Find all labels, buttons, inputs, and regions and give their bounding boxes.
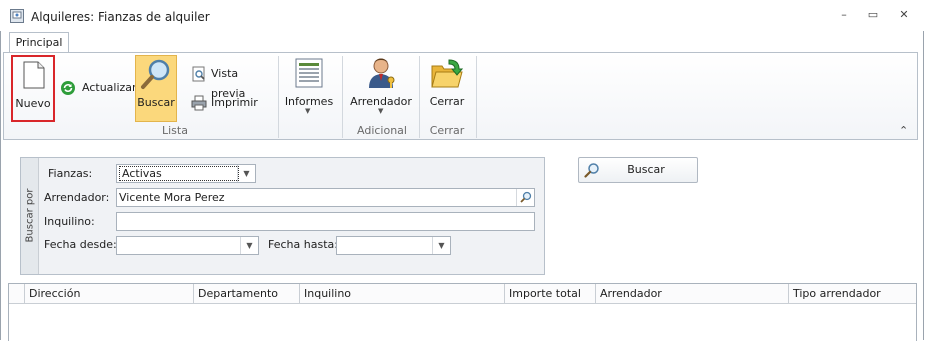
arrendador-input[interactable]: Vicente Mora Perez (116, 188, 535, 207)
refresh-icon (60, 80, 76, 96)
nuevo-label: Nuevo (15, 97, 51, 110)
actualizar-label: Actualizar (82, 81, 137, 94)
informes-button[interactable]: Informes ▼ (284, 55, 334, 122)
printer-icon (191, 95, 207, 111)
search-section-label: Buscar por (24, 188, 36, 243)
imprimir-label: Imprimir (211, 96, 258, 109)
arrendador-label: Arrendador: (44, 191, 110, 204)
ribbon-separator (342, 56, 343, 138)
chevron-down-icon[interactable]: ▼ (432, 237, 450, 254)
chevron-down-icon[interactable]: ▼ (240, 237, 258, 254)
chevron-down-icon[interactable]: ▼ (237, 165, 255, 182)
ribbon-separator (419, 56, 420, 138)
column-header-inquilino[interactable]: Inquilino (299, 284, 504, 303)
fecha-desde-input[interactable]: ▼ (116, 236, 259, 255)
minimize-button[interactable]: – (832, 6, 856, 24)
ribbon-separator (476, 56, 477, 138)
fianzas-label: Fianzas: (48, 167, 93, 180)
ribbon-separator (278, 56, 279, 138)
tab-principal[interactable]: Principal (9, 32, 69, 53)
group-label-cerrar: Cerrar (429, 124, 465, 137)
user-key-icon (367, 57, 397, 89)
vista-previa-button[interactable]: Vista previa (191, 64, 271, 100)
actualizar-button[interactable]: Actualizar (60, 78, 137, 98)
inquilino-label: Inquilino: (44, 215, 95, 228)
chevron-down-icon: ▼ (305, 107, 311, 115)
arrendador-button[interactable]: Arrendador ▼ (349, 55, 413, 122)
column-header-importe-total[interactable]: Importe total (504, 284, 595, 303)
inquilino-input[interactable] (116, 212, 535, 231)
buscar-ribbon-button[interactable]: Buscar (135, 55, 177, 122)
buscar-ribbon-label: Buscar (137, 96, 175, 109)
chevron-down-icon: ▼ (378, 107, 384, 115)
close-button[interactable]: ✕ (892, 6, 916, 24)
fianzas-value: Activas (119, 166, 239, 181)
fecha-hasta-input[interactable]: ▼ (336, 236, 451, 255)
arrendador-value: Vicente Mora Perez (119, 191, 225, 204)
column-header-tipo-arrendador[interactable]: Tipo arrendador (788, 284, 916, 303)
grid-row-indicator-header (9, 284, 24, 303)
cerrar-label: Cerrar (429, 95, 465, 108)
group-label-lista: Lista (162, 124, 188, 137)
column-header-direccion[interactable]: Dirección (24, 284, 193, 303)
magnifier-icon (140, 58, 172, 90)
search-icon[interactable] (516, 189, 534, 206)
buscar-button[interactable]: Buscar (578, 157, 698, 183)
new-document-icon (23, 61, 45, 89)
window-title: Alquileres: Fianzas de alquiler (31, 10, 210, 24)
folder-exit-icon (431, 57, 464, 89)
fecha-desde-label: Fecha desde: (44, 238, 117, 251)
cerrar-button[interactable]: Cerrar (424, 55, 470, 122)
fecha-hasta-label: Fecha hasta: (268, 238, 338, 251)
column-header-departamento[interactable]: Departamento (193, 284, 299, 303)
column-header-arrendador[interactable]: Arrendador (595, 284, 788, 303)
report-icon (295, 58, 323, 88)
nuevo-button[interactable]: Nuevo (11, 55, 55, 122)
search-section-bar: Buscar por (21, 158, 39, 274)
ribbon-collapse-icon[interactable]: ⌃ (899, 124, 908, 137)
imprimir-button[interactable]: Imprimir (191, 93, 261, 113)
fianzas-dropdown[interactable]: Activas ▼ (116, 164, 256, 183)
app-icon (10, 9, 24, 23)
print-preview-icon (191, 66, 207, 82)
buscar-button-label: Buscar (627, 163, 665, 176)
group-label-adicional: Adicional (357, 124, 407, 137)
restore-button[interactable]: ▭ (861, 6, 885, 24)
title-bar: Alquileres: Fianzas de alquiler – ▭ ✕ (0, 0, 924, 31)
